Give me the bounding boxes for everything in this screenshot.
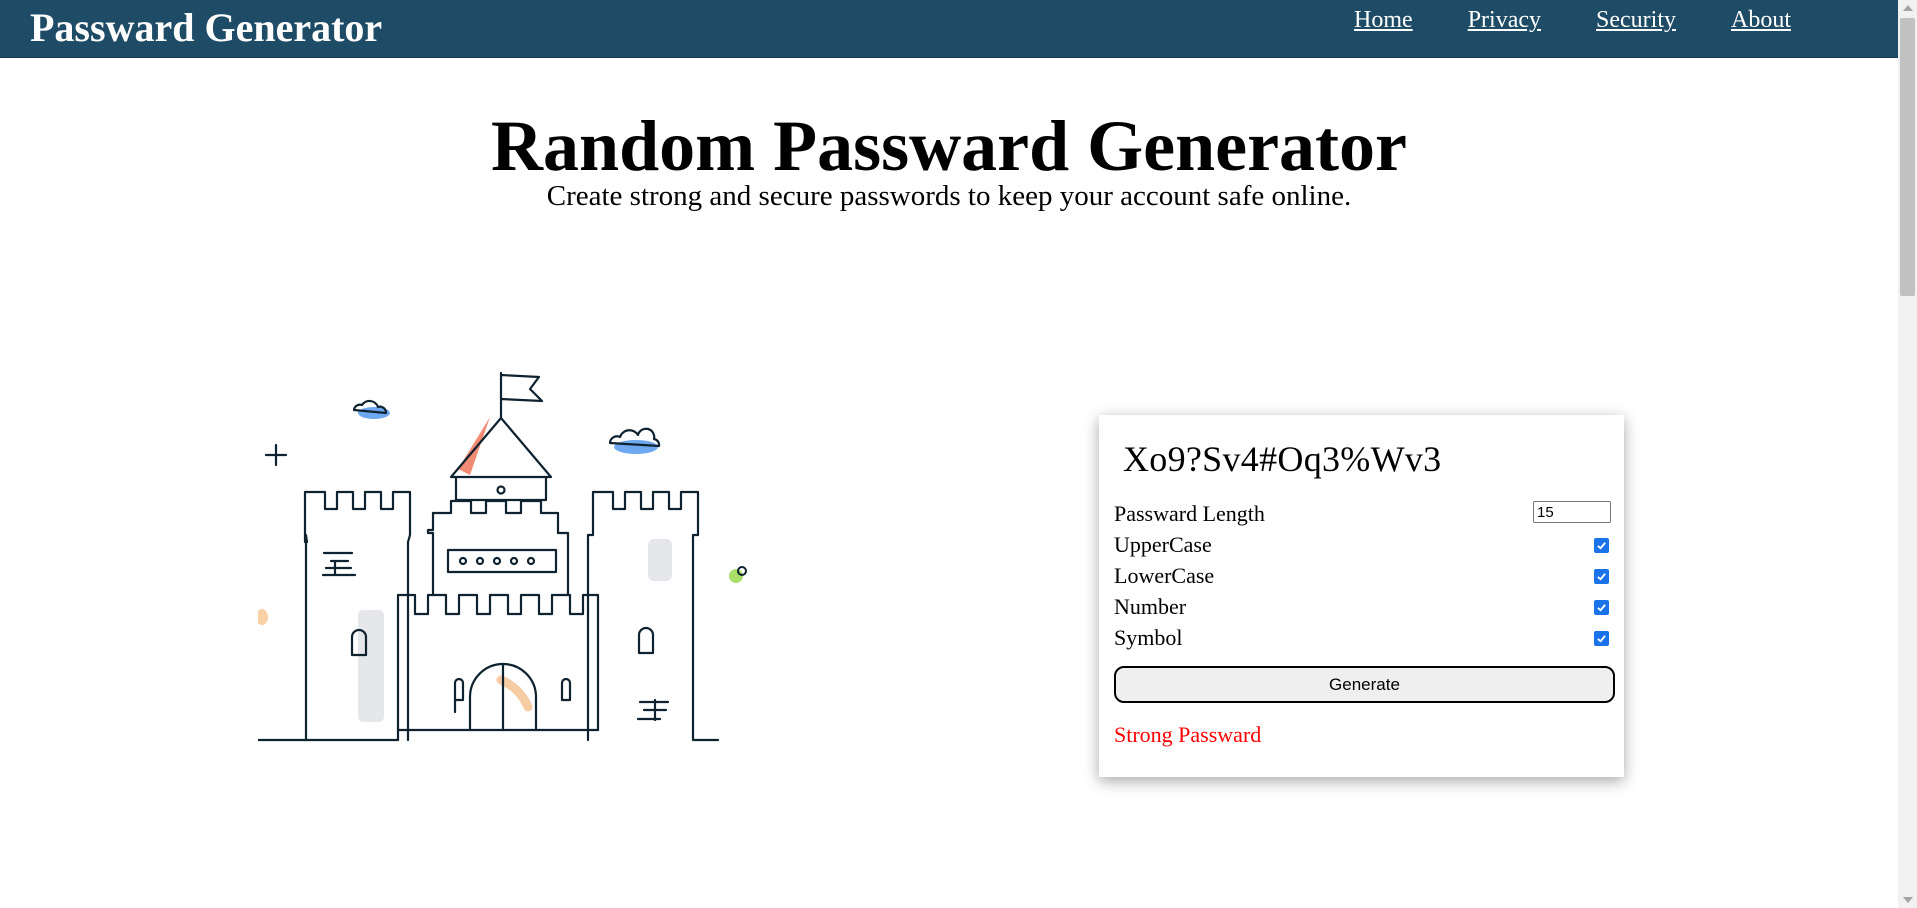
length-input[interactable] bbox=[1533, 501, 1611, 523]
check-icon bbox=[1597, 635, 1606, 643]
navbar: Passward Generator Home Privacy Security… bbox=[0, 0, 1898, 58]
nav-links: Home Privacy Security About bbox=[1354, 7, 1791, 33]
option-symbol: Symbol bbox=[1114, 624, 1611, 652]
number-checkbox[interactable] bbox=[1594, 600, 1609, 615]
castle-illustration-icon bbox=[258, 371, 747, 742]
vertical-scrollbar[interactable] bbox=[1898, 0, 1917, 908]
password-generator-card: Xo9?Sv4#Oq3%Wv3 Passward Length UpperCas… bbox=[1099, 415, 1624, 777]
length-label: Passward Length bbox=[1114, 501, 1265, 526]
strength-indicator: Strong Passward bbox=[1114, 722, 1262, 747]
option-label: Symbol bbox=[1114, 625, 1183, 650]
check-icon bbox=[1597, 573, 1606, 581]
option-label: LowerCase bbox=[1114, 563, 1215, 588]
password-output[interactable]: Xo9?Sv4#Oq3%Wv3 bbox=[1123, 439, 1441, 479]
generate-button[interactable]: Generate bbox=[1114, 666, 1615, 703]
nav-link-privacy[interactable]: Privacy bbox=[1468, 7, 1541, 33]
option-lowercase: LowerCase bbox=[1114, 562, 1611, 590]
option-label: Number bbox=[1114, 594, 1187, 619]
nav-link-about[interactable]: About bbox=[1731, 7, 1791, 33]
check-icon bbox=[1597, 542, 1606, 550]
page-title: Random Passward Generator bbox=[491, 106, 1407, 186]
brand-title[interactable]: Passward Generator bbox=[30, 8, 382, 48]
page-subtitle: Create strong and secure passwords to ke… bbox=[546, 180, 1352, 212]
uppercase-checkbox[interactable] bbox=[1594, 538, 1609, 553]
symbol-checkbox[interactable] bbox=[1594, 631, 1609, 646]
scroll-down-icon[interactable] bbox=[1903, 897, 1913, 903]
option-uppercase: UpperCase bbox=[1114, 531, 1611, 559]
check-icon bbox=[1597, 604, 1606, 612]
lowercase-checkbox[interactable] bbox=[1594, 569, 1609, 584]
scroll-up-icon[interactable] bbox=[1903, 5, 1913, 11]
option-number: Number bbox=[1114, 593, 1611, 621]
option-label: UpperCase bbox=[1114, 532, 1212, 557]
length-row: Passward Length bbox=[1114, 500, 1611, 528]
scrollbar-thumb[interactable] bbox=[1900, 18, 1915, 296]
nav-link-home[interactable]: Home bbox=[1354, 7, 1413, 33]
nav-link-security[interactable]: Security bbox=[1596, 7, 1676, 33]
